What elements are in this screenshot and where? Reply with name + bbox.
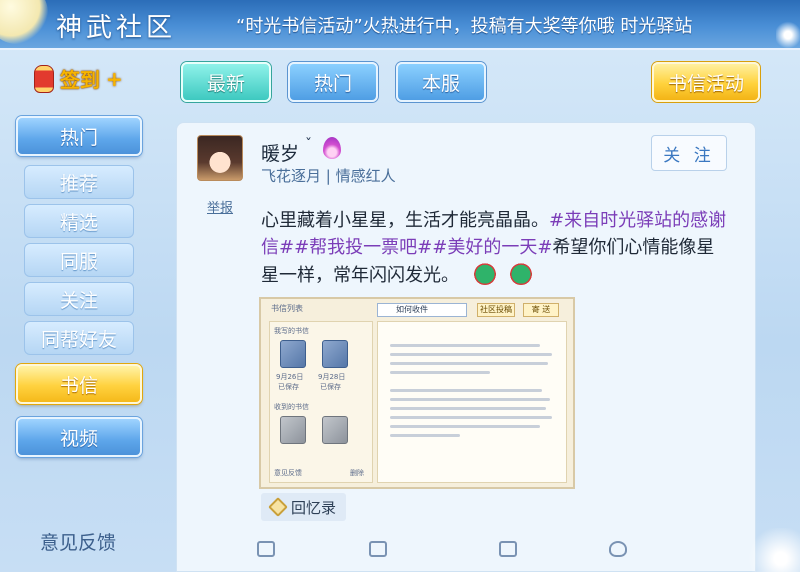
- share-icon[interactable]: [369, 541, 387, 557]
- signin-label: 签到: [60, 68, 100, 92]
- image-my-letters: 我写的书信: [274, 327, 309, 335]
- report-link[interactable]: 举报: [207, 197, 233, 216]
- image-list-title: 书信列表: [271, 304, 303, 313]
- letter-text-lines: [390, 338, 556, 443]
- image-send-button: 寄 送: [523, 303, 559, 317]
- tab-letter-event[interactable]: 书信活动: [652, 62, 760, 102]
- letter-icon: [322, 340, 348, 368]
- image-received: 收到的书信: [274, 403, 309, 411]
- top-bar: 神武社区 “时光书信活动”火热进行中，投稿有大奖等你哦 时光驿站: [0, 0, 800, 50]
- moon-decoration: [0, 0, 48, 44]
- image-letter2-status: 已保存: [320, 383, 341, 391]
- follow-button[interactable]: 关 注: [651, 135, 727, 171]
- tag-icon: [268, 497, 288, 517]
- sidebar: 热门 推荐 精选 同服 关注 同帮好友 书信 视频: [0, 112, 160, 572]
- image-letter-body: [377, 321, 567, 483]
- frog-emoji-icon: [468, 261, 501, 285]
- post-image[interactable]: 书信列表 如何收件 社区投稿 寄 送 我写的书信 9月26日 已保存 9月28日…: [259, 297, 575, 489]
- plus-icon: +: [106, 66, 123, 91]
- sidebar-item-guild-friends[interactable]: 同帮好友: [24, 321, 134, 355]
- sidebar-item-recommended[interactable]: 推荐: [24, 165, 134, 199]
- post-actions: [253, 537, 733, 567]
- sidebar-item-letters[interactable]: 书信: [16, 364, 142, 404]
- view-icon: [499, 541, 517, 557]
- sidebar-item-video[interactable]: 视频: [16, 417, 142, 457]
- tab-hot[interactable]: 热门: [288, 62, 378, 102]
- username[interactable]: 暖岁: [261, 139, 299, 166]
- comment-icon[interactable]: [257, 541, 275, 557]
- sidebar-item-following[interactable]: 关注: [24, 282, 134, 316]
- letter-icon: [280, 340, 306, 368]
- letter-icon: [280, 416, 306, 444]
- image-letter1-status: 已保存: [278, 383, 299, 391]
- avatar[interactable]: [197, 135, 243, 181]
- tab-latest[interactable]: 最新: [181, 62, 271, 102]
- flame-icon: [323, 137, 341, 159]
- signin-button[interactable]: 签到 +: [34, 64, 123, 93]
- image-delete: 删除: [350, 469, 364, 477]
- corner-decoration: [776, 20, 800, 48]
- image-select: 如何收件: [377, 303, 467, 317]
- memory-tag-label: 回忆录: [291, 498, 337, 517]
- like-icon[interactable]: [609, 541, 627, 557]
- sidebar-item-hot[interactable]: 热门: [16, 116, 142, 156]
- sidebar-item-same-server[interactable]: 同服: [24, 243, 134, 277]
- post-card: 暖岁 ˇ 飞花逐月 | 情感红人 关 注 举报 心里藏着小星星，生活才能亮晶晶。…: [176, 122, 756, 572]
- image-feedback: 意见反馈: [274, 469, 302, 477]
- letter-icon: [322, 416, 348, 444]
- image-letter1-date: 9月26日: [276, 373, 304, 381]
- lantern-icon: [34, 64, 54, 93]
- sidebar-item-featured[interactable]: 精选: [24, 204, 134, 238]
- frog-emoji-icon: [504, 261, 537, 285]
- gender-mark: ˇ: [305, 137, 312, 153]
- memory-tag[interactable]: 回忆录: [261, 493, 347, 521]
- corner-decoration: [736, 528, 800, 572]
- feedback-link[interactable]: 意见反馈: [40, 528, 116, 555]
- image-letter-list: 我写的书信 9月26日 已保存 9月28日 已保存 收到的书信 意见反馈 删除: [269, 321, 373, 483]
- announcement-marquee[interactable]: “时光书信活动”火热进行中，投稿有大奖等你哦 时光驿站: [236, 12, 692, 38]
- user-tags: 飞花逐月 | 情感红人: [261, 167, 396, 185]
- post-text: 心里藏着小星星，生活才能亮晶晶。#来自时光驿站的感谢信##帮我投一票吧##美好的…: [261, 207, 731, 289]
- image-letter2-date: 9月28日: [318, 373, 346, 381]
- tab-this-server[interactable]: 本服: [396, 62, 486, 102]
- image-submit-button: 社区投稿: [477, 303, 515, 317]
- post-text-plain: 心里藏着小星星，生活才能亮晶晶。: [261, 210, 549, 231]
- app-title: 神武社区: [56, 13, 177, 43]
